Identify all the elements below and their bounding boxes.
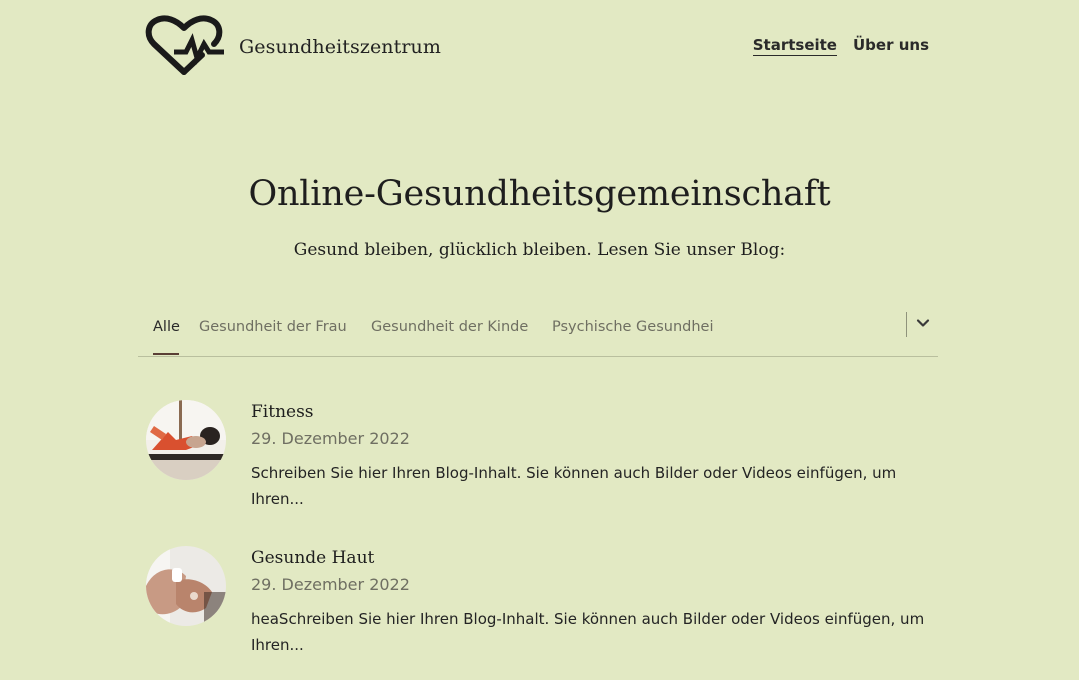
- blog-post-card[interactable]: Gesunde Haut 29. Dezember 2022 heaSchrei…: [146, 546, 936, 666]
- nav-startseite[interactable]: Startseite: [752, 36, 837, 56]
- site-header: Gesundheitszentrum Startseite Über uns: [0, 0, 1079, 100]
- post-title[interactable]: Fitness: [251, 402, 314, 422]
- post-excerpt[interactable]: Schreiben Sie hier Ihren Blog-Inhalt. Si…: [251, 460, 926, 512]
- tab-alle[interactable]: Alle: [153, 319, 180, 335]
- tab-gesundheit-der-kinde[interactable]: Gesundheit der Kinde: [371, 319, 528, 335]
- tab-psychische-gesundheit[interactable]: Psychische Gesundhei: [552, 319, 714, 335]
- post-date: 29. Dezember 2022: [251, 575, 410, 594]
- page-subtitle: Gesund bleiben, glücklich bleiben. Lesen…: [293, 240, 786, 260]
- site-title[interactable]: Gesundheitszentrum: [239, 36, 441, 58]
- post-excerpt[interactable]: heaSchreiben Sie hier Ihren Blog-Inhalt.…: [251, 606, 926, 658]
- main-nav: Startseite Über uns: [752, 36, 929, 56]
- page-title: Online-Gesundheitsgemeinschaft: [248, 174, 831, 214]
- blog-post-card[interactable]: Fitness 29. Dezember 2022 Schreiben Sie …: [146, 400, 936, 520]
- category-tabs: Alle Gesundheit der Frau Gesundheit der …: [138, 306, 938, 357]
- active-tab-indicator: [153, 353, 179, 355]
- tab-gesundheit-der-frau[interactable]: Gesundheit der Frau: [199, 319, 347, 335]
- post-thumbnail-fitness[interactable]: [146, 400, 226, 480]
- post-title[interactable]: Gesunde Haut: [251, 548, 374, 568]
- chevron-down-icon[interactable]: [914, 314, 932, 332]
- nav-ueber-uns[interactable]: Über uns: [853, 36, 929, 56]
- post-thumbnail-gesunde-haut[interactable]: [146, 546, 226, 626]
- tab-divider: [906, 312, 907, 337]
- heart-pulse-icon[interactable]: [144, 14, 224, 80]
- post-date: 29. Dezember 2022: [251, 429, 410, 448]
